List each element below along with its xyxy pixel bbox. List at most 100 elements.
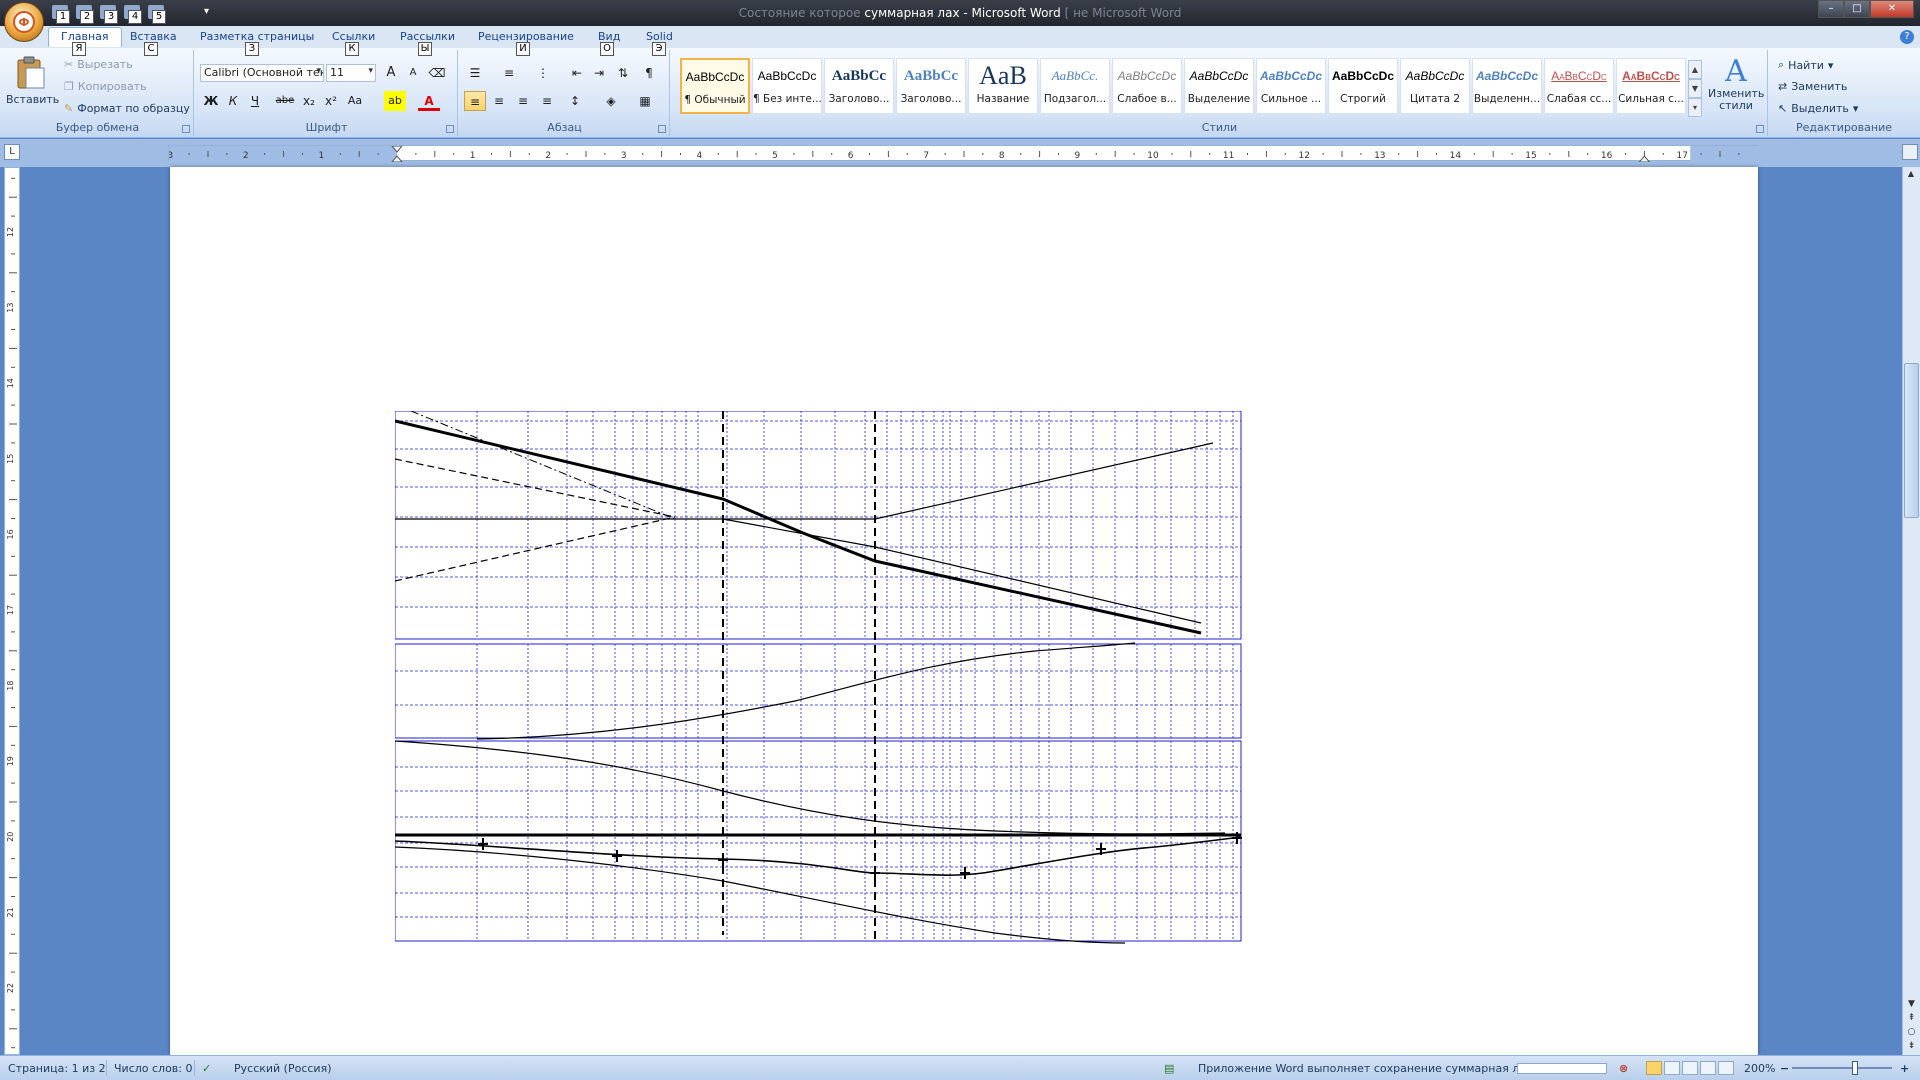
zoom-out-button[interactable]: − [1780,1062,1789,1075]
underline-button[interactable]: Ч [244,91,266,111]
font-color-button[interactable]: A [418,91,440,111]
grow-font-button[interactable]: A [380,63,402,83]
status-separator [194,1060,195,1076]
change-styles-button[interactable]: A Изменить стили [1708,56,1764,112]
close-button[interactable]: ✕ [1870,0,1914,18]
style-tile[interactable]: AaBbCcDc Выделенн... [1472,58,1542,114]
style-tile[interactable]: AaBbCc Заголово... [896,58,966,114]
browse-object-icon[interactable]: ○ [1904,1025,1919,1039]
strikethrough-button[interactable]: abe [274,91,296,111]
next-page-icon[interactable]: ⇟ [1904,1039,1919,1053]
select-button[interactable]: ↖ Выделить ▾ [1778,102,1858,115]
paste-button[interactable]: Вставить [6,54,59,118]
cancel-save-icon[interactable]: ⊗ [1619,1062,1628,1075]
clipboard-launcher-icon[interactable] [182,125,190,133]
style-tile[interactable]: AaBbCcDc Сильное ... [1256,58,1326,114]
style-tile[interactable]: AaBbCcDc ¶ Без инте... [752,58,822,114]
sort-icon[interactable]: ⇅ [612,63,634,83]
line-spacing-icon[interactable]: ↕ [564,91,586,111]
multilevel-list-icon[interactable]: ⋮ [532,63,554,83]
scroll-thumb[interactable] [1904,363,1919,518]
style-tile[interactable]: AaB Название [968,58,1038,114]
subscript-button[interactable]: x₂ [298,91,320,111]
numbering-icon[interactable]: ≡ [498,63,520,83]
minimize-button[interactable]: – [1818,0,1844,18]
style-tile[interactable]: AaBbCcDc Слабая сс... [1544,58,1614,114]
superscript-button[interactable]: x² [320,91,342,111]
style-tile[interactable]: AaBbCc Заголово... [824,58,894,114]
vertical-ruler[interactable]: 12 13 14 15 16 17 18 19 20 21 22 [4,167,20,1055]
pilcrow-icon[interactable]: ¶ [638,63,660,83]
font-family-combo[interactable]: Calibri (Основной текст) [200,64,324,82]
gallery-down-icon[interactable]: ▼ [1688,79,1702,98]
outline-view-icon[interactable] [1700,1061,1716,1075]
office-button[interactable]: Ф [4,2,44,42]
tab-selector-icon[interactable]: L [4,144,20,160]
styles-launcher-icon[interactable] [1756,125,1764,133]
zoom-in-button[interactable]: + [1900,1062,1909,1075]
bold-button[interactable]: Ж [200,91,222,111]
align-center-icon[interactable]: ≡ [488,91,510,111]
vertical-scrollbar[interactable]: ▲ ▼ ⇞ ○ ⇟ [1902,167,1920,1055]
graph-drawing [395,411,1242,944]
scroll-down-icon[interactable]: ▼ [1904,997,1919,1011]
ruler-toggle-icon[interactable] [1902,144,1918,160]
draft-view-icon[interactable] [1718,1061,1734,1075]
style-tile[interactable]: AaBbCcDc Слабое в... [1112,58,1182,114]
italic-button[interactable]: К [222,91,244,111]
help-icon[interactable]: ? [1900,30,1914,44]
previous-page-icon[interactable]: ⇞ [1904,1011,1919,1025]
style-tile[interactable]: AaBbCcDc Строгий [1328,58,1398,114]
language-indicator[interactable]: Русский (Россия) [234,1062,332,1075]
zoom-slider-thumb[interactable] [1852,1061,1858,1075]
clear-format-icon[interactable]: ⌫ [426,63,448,83]
word-count[interactable]: Число слов: 0 [114,1062,193,1075]
gallery-up-icon[interactable]: ▲ [1688,60,1702,79]
ruler-label: 21 [6,907,15,917]
shrink-font-button[interactable]: A [402,63,424,83]
style-tile[interactable]: AaBbCc. Подзагол... [1040,58,1110,114]
horizontal-ruler[interactable]: 3 2 1 1 2 3 4 5 6 7 8 9 10 11 12 13 14 15 16 17 [168,145,1759,162]
font-size-combo[interactable]: 11 [326,64,376,82]
align-right-icon[interactable]: ≡ [512,91,534,111]
align-left-icon[interactable]: ≡ [464,91,486,111]
justify-icon[interactable]: ≡ [536,91,558,111]
shading-icon[interactable]: ◈ [600,91,622,111]
maximize-button[interactable]: □ [1844,0,1870,18]
styles-gallery-scroll[interactable]: ▲ ▼ ▾ [1688,60,1702,117]
gallery-more-icon[interactable]: ▾ [1688,98,1702,117]
zoom-slider[interactable] [1792,1067,1892,1069]
font-launcher-icon[interactable] [446,125,454,133]
decrease-indent-icon[interactable]: ⇤ [566,63,588,83]
keytip: Я [72,42,86,56]
ruler-label: 20 [6,832,15,842]
style-tile[interactable]: AaBbCcDc ¶ Обычный [680,58,750,114]
bullets-icon[interactable]: ☰ [464,63,486,83]
style-tile[interactable]: AaBbCcDc Цитата 2 [1400,58,1470,114]
copy-button[interactable]: ❐ Копировать [64,80,147,93]
find-button[interactable]: ⌕ Найти ▾ [1778,58,1833,72]
ruler-label: 10 [1147,151,1159,161]
copy-icon: ❐ [64,80,74,93]
document-page[interactable] [170,167,1758,1055]
increase-indent-icon[interactable]: ⇥ [588,63,610,83]
print-layout-view-icon[interactable] [1646,1061,1662,1075]
paragraph-launcher-icon[interactable] [658,125,666,133]
page-count[interactable]: Страница: 1 из 2 [8,1062,106,1075]
cut-button[interactable]: ✂ Вырезать [64,58,133,71]
scroll-up-icon[interactable]: ▲ [1903,167,1919,181]
highlight-button[interactable]: ab [384,91,406,111]
borders-icon[interactable]: ▦ [634,91,656,111]
style-tile[interactable]: AaBbCcDc Сильная с... [1616,58,1686,114]
zoom-level[interactable]: 200% [1744,1062,1775,1075]
full-screen-view-icon[interactable] [1664,1061,1680,1075]
ruler-label: 15 [6,454,15,464]
macro-icon[interactable]: ▤ [1164,1062,1174,1075]
proofing-icon[interactable]: ✓ [202,1062,211,1075]
web-layout-view-icon[interactable] [1682,1061,1698,1075]
ruler-label: 16 [1601,151,1613,161]
replace-button[interactable]: ⇄ Заменить [1778,80,1847,93]
format-painter-button[interactable]: ✎ Формат по образцу [64,102,190,115]
style-tile[interactable]: AaBbCcDc Выделение [1184,58,1254,114]
change-case-button[interactable]: Aa [344,91,366,111]
